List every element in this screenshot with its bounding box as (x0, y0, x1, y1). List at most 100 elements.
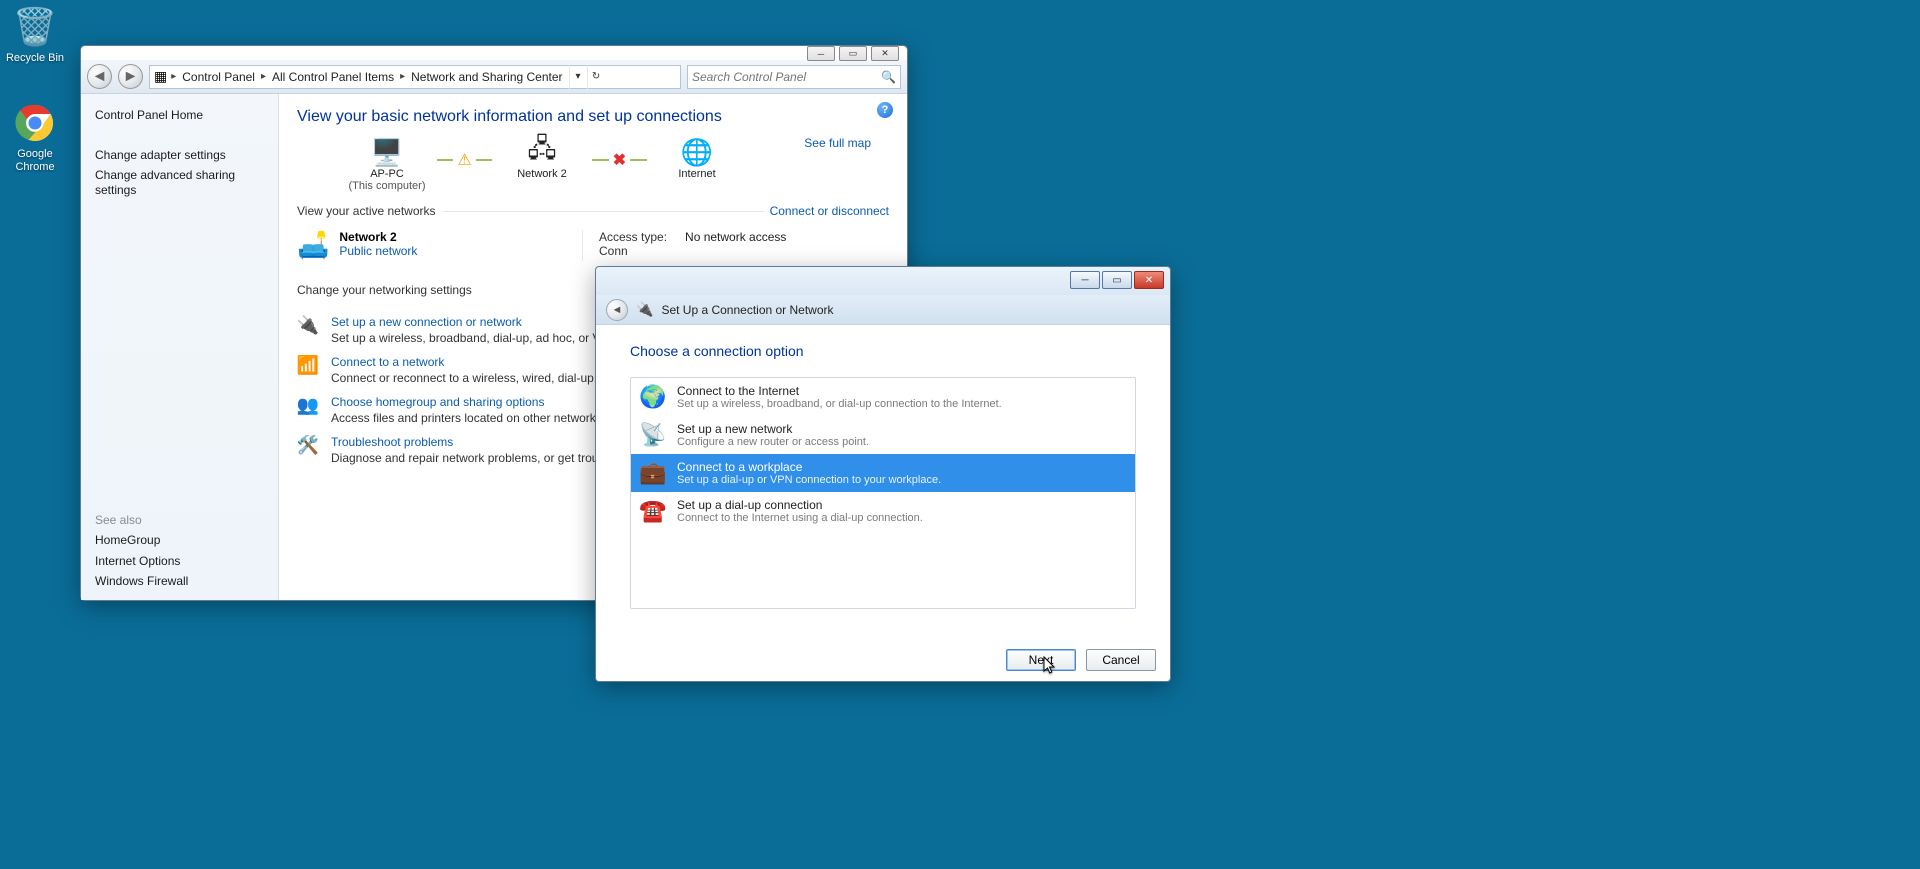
connection-2: ✖ (592, 150, 647, 170)
wizard-minimize-button[interactable]: ─ (1070, 271, 1100, 289)
settings-item-desc: Set up a wireless, broadband, dial-up, a… (331, 331, 617, 345)
connection-option-list: 🌍 Connect to the Internet Set up a wirel… (630, 377, 1136, 609)
phone-modem-icon: ☎️ (639, 498, 667, 524)
help-button[interactable]: ? (877, 102, 893, 118)
settings-item-title[interactable]: Choose homegroup and sharing options (331, 395, 612, 409)
settings-item-title[interactable]: Troubleshoot problems (331, 435, 615, 449)
option-title: Set up a dial-up connection (677, 498, 923, 512)
breadcrumb-dropdown-button[interactable]: ▾ (569, 65, 587, 89)
briefcase-network-icon: 💼 (639, 460, 667, 486)
option-desc: Set up a wireless, broadband, or dial-up… (677, 398, 1002, 410)
control-panel-glyph-icon: ▦ (154, 68, 167, 85)
wizard-titlebar: ─ ▭ ✕ (596, 267, 1170, 295)
search-box[interactable]: 🔍 (687, 65, 901, 89)
troubleshoot-icon: 🛠️ (297, 435, 319, 465)
wizard-body: Choose a connection option 🌍 Connect to … (596, 325, 1170, 627)
active-network-type-link[interactable]: Public network (339, 244, 417, 258)
sidebar-home[interactable]: Control Panel Home (95, 108, 264, 122)
node-inet-label: Internet (647, 168, 747, 180)
wizard-header: ◄ 🔌 Set Up a Connection or Network (596, 295, 1170, 325)
wizard-heading: Choose a connection option (630, 343, 1136, 359)
sidebar-windows-firewall[interactable]: Windows Firewall (95, 574, 264, 588)
next-button[interactable]: Next (1006, 649, 1076, 671)
option-connect-internet[interactable]: 🌍 Connect to the Internet Set up a wirel… (631, 378, 1135, 416)
connection-1: ⚠ (437, 150, 492, 170)
breadcrumb-network-sharing[interactable]: Network and Sharing Center (405, 70, 568, 84)
option-desc: Set up a dial-up or VPN connection to yo… (677, 474, 941, 486)
node-pc-label: AP-PC (337, 168, 437, 180)
connect-network-icon: 📶 (297, 355, 319, 385)
cancel-button[interactable]: Cancel (1086, 649, 1156, 671)
wizard-maximize-button[interactable]: ▭ (1102, 271, 1132, 289)
breadcrumb[interactable]: ▦ ▸ Control Panel ▸ All Control Panel It… (149, 65, 681, 89)
option-dialup[interactable]: ☎️ Set up a dial-up connection Connect t… (631, 492, 1135, 530)
nav-forward-button[interactable]: ► (118, 64, 143, 89)
option-new-network[interactable]: 📡 Set up a new network Configure a new r… (631, 416, 1135, 454)
close-button[interactable]: ✕ (871, 46, 899, 61)
wizard-footer: Next Cancel (1006, 649, 1156, 671)
see-full-map-link[interactable]: See full map (804, 136, 871, 150)
option-desc: Configure a new router or access point. (677, 436, 869, 448)
wizard-back-button[interactable]: ◄ (606, 299, 628, 321)
maximize-button[interactable]: ▭ (839, 46, 867, 61)
settings-item-desc: Access files and printers located on oth… (331, 411, 612, 425)
option-desc: Connect to the Internet using a dial-up … (677, 512, 923, 524)
globe-arrow-icon: 🌍 (639, 384, 667, 410)
minimize-button[interactable]: ─ (807, 46, 835, 61)
recycle-bin-icon: 🗑️ (12, 4, 58, 50)
network-hub-icon: 🖧 (492, 136, 592, 168)
chrome-label: Google Chrome (2, 148, 68, 173)
option-title: Connect to a workplace (677, 460, 941, 474)
disconnected-icon: ✖ (613, 150, 626, 170)
page-heading: View your basic network information and … (297, 108, 889, 126)
park-bench-icon: 🛋️ (297, 230, 329, 261)
computer-icon: 🖥️ (337, 136, 437, 168)
breadcrumb-all-items[interactable]: All Control Panel Items (266, 70, 400, 84)
sidebar-change-adapter[interactable]: Change adapter settings (95, 148, 264, 162)
nav-back-button[interactable]: ◄ (87, 64, 112, 89)
active-network-pane: 🛋️ Network 2 Public network Access type:… (297, 230, 889, 261)
wizard-title: Set Up a Connection or Network (661, 303, 833, 317)
globe-icon: 🌐 (647, 136, 747, 168)
connect-disconnect-link[interactable]: Connect or disconnect (770, 204, 889, 218)
refresh-button[interactable]: ↻ (587, 65, 605, 89)
setup-connection-wizard-window: ─ ▭ ✕ ◄ 🔌 Set Up a Connection or Network… (595, 266, 1171, 682)
router-icon: 📡 (639, 422, 667, 448)
node-this-pc[interactable]: 🖥️ AP-PC (This computer) (337, 136, 437, 192)
option-title: Set up a new network (677, 422, 869, 436)
address-toolbar: ◄ ► ▦ ▸ Control Panel ▸ All Control Pane… (81, 60, 907, 94)
active-networks-label: View your active networks (297, 204, 436, 218)
node-pc-sublabel: (This computer) (337, 180, 437, 192)
active-network-name: Network 2 (339, 230, 417, 244)
option-title: Connect to the Internet (677, 384, 1002, 398)
sidebar-homegroup[interactable]: HomeGroup (95, 533, 264, 547)
search-input[interactable] (692, 70, 881, 84)
settings-item-desc: Diagnose and repair network problems, or… (331, 451, 615, 465)
settings-item-title[interactable]: Connect to a network (331, 355, 611, 369)
node-network[interactable]: 🖧 Network 2 (492, 136, 592, 180)
node-net-label: Network 2 (492, 168, 592, 180)
access-type-value: No network access (685, 230, 786, 244)
warning-icon: ⚠ (457, 150, 471, 170)
window-titlebar: ─ ▭ ✕ (81, 46, 907, 60)
wizard-close-button[interactable]: ✕ (1134, 271, 1164, 289)
network-plug-icon: 🔌 (636, 301, 653, 318)
chrome-icon (12, 100, 58, 146)
settings-item-title[interactable]: Set up a new connection or network (331, 315, 617, 329)
sidebar: Control Panel Home Change adapter settin… (81, 94, 279, 600)
connections-key: Conn (599, 244, 628, 258)
new-connection-icon: 🔌 (297, 315, 319, 345)
breadcrumb-control-panel[interactable]: Control Panel (176, 70, 261, 84)
recycle-bin-label: Recycle Bin (2, 52, 68, 65)
homegroup-icon: 👥 (297, 395, 319, 425)
desktop-icon-chrome[interactable]: Google Chrome (2, 100, 68, 173)
sidebar-internet-options[interactable]: Internet Options (95, 554, 264, 568)
desktop-icon-recycle-bin[interactable]: 🗑️ Recycle Bin (2, 4, 68, 65)
node-internet[interactable]: 🌐 Internet (647, 136, 747, 180)
settings-item-desc: Connect or reconnect to a wireless, wire… (331, 371, 611, 385)
access-type-key: Access type: (599, 230, 667, 244)
search-icon: 🔍 (881, 70, 896, 84)
sidebar-change-advanced-sharing[interactable]: Change advanced sharing settings (95, 168, 264, 197)
option-connect-workplace[interactable]: 💼 Connect to a workplace Set up a dial-u… (631, 454, 1135, 492)
sidebar-see-also-label: See also (95, 513, 264, 527)
